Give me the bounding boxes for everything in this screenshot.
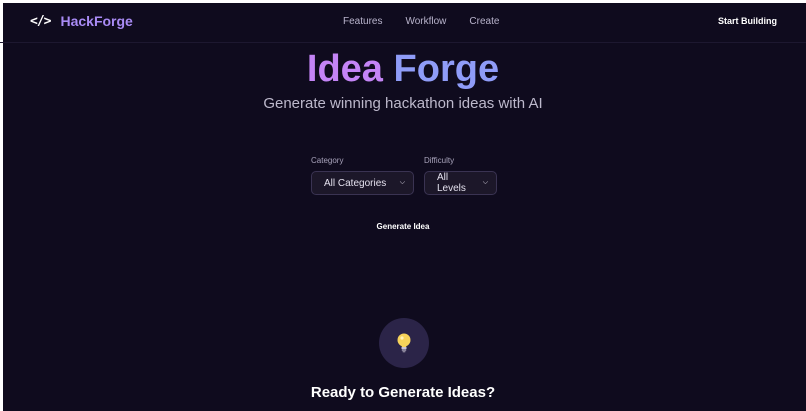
page-subtitle: Generate winning hackathon ideas with AI (263, 95, 543, 112)
code-icon: </> (30, 13, 52, 29)
generate-idea-button[interactable]: Generate Idea (0, 222, 806, 231)
brand-name: HackForge (60, 13, 133, 29)
nav-link-create[interactable]: Create (469, 16, 499, 27)
nav-links: Features Workflow Create (343, 16, 499, 27)
title-part-idea: Idea (306, 48, 383, 90)
category-select[interactable]: All Categories ⌵ (311, 171, 414, 195)
nav-link-features[interactable]: Features (343, 16, 382, 27)
difficulty-select[interactable]: All Levels ⌵ (424, 171, 497, 195)
lightbulb-icon-container (379, 318, 429, 368)
nav-link-workflow[interactable]: Workflow (405, 16, 446, 27)
chevron-down-icon: ⌵ (482, 179, 488, 186)
category-value: All Categories (324, 177, 387, 189)
category-field: Category All Categories ⌵ (311, 156, 414, 195)
difficulty-label: Difficulty (424, 156, 455, 165)
chevron-down-icon: ⌵ (399, 179, 405, 186)
page-title: Idea Forge (0, 46, 806, 92)
lightbulb-icon (397, 333, 411, 353)
navbar: </> HackForge Features Workflow Create S… (0, 3, 806, 43)
category-label: Category (311, 156, 344, 165)
empty-state-title: Ready to Generate Ideas? (310, 384, 496, 401)
difficulty-field: Difficulty All Levels ⌵ (424, 156, 497, 195)
difficulty-value: All Levels (437, 172, 466, 194)
title-part-forge: Forge (393, 48, 500, 90)
brand-logo[interactable]: </> HackForge (30, 13, 133, 29)
start-building-button[interactable]: Start Building (718, 16, 777, 26)
